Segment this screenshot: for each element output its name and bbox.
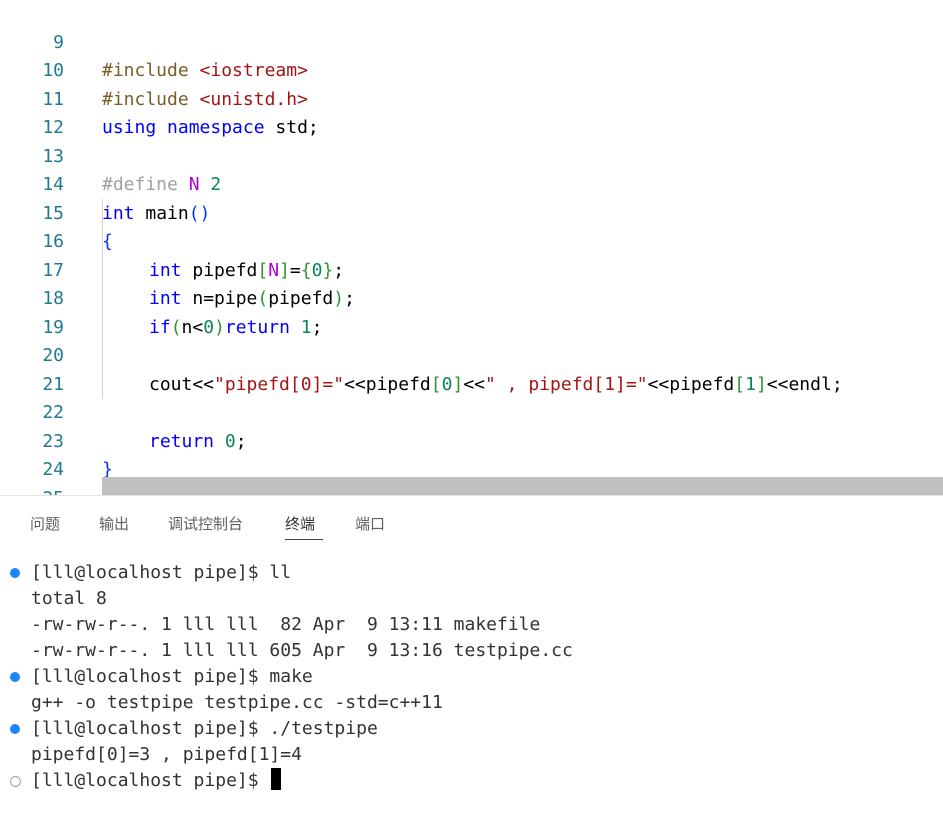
code-line-23[interactable]: 23 }: [0, 399, 943, 481]
terminal-panel[interactable]: [lll@localhost pipe]$ ll total 8 -rw-rw-…: [0, 560, 943, 829]
command-success-dot-icon[interactable]: [10, 672, 20, 682]
tab-terminal[interactable]: 终端: [285, 513, 315, 534]
code-line-13[interactable]: 13 #define N 2: [0, 114, 943, 196]
code-line-19[interactable]: 19: [0, 285, 943, 338]
code-line-21[interactable]: 21: [0, 342, 943, 395]
terminal-line: [lll@localhost pipe]$ ll: [31, 562, 292, 583]
command-pending-dot-icon[interactable]: [10, 776, 21, 787]
terminal-prompt: [lll@localhost pipe]$: [31, 770, 270, 791]
terminal-line: pipefd[0]=3 , pipefd[1]=4: [31, 744, 302, 765]
line-number: 25: [0, 485, 64, 496]
code-line-18[interactable]: 18 if(n<0)return 1;: [0, 257, 943, 338]
active-tab-indicator: [285, 539, 323, 540]
terminal-line: [lll@localhost pipe]$ make: [31, 666, 313, 687]
command-success-dot-icon[interactable]: [10, 724, 20, 734]
code-line-12[interactable]: 12: [0, 86, 943, 138]
horizontal-scrollbar[interactable]: [102, 477, 943, 495]
code-line-20[interactable]: 20 cout<<"pipefd[0]="<<pipefd[0]<<" , pi…: [0, 314, 943, 395]
terminal-prompt-line: [lll@localhost pipe]$: [31, 768, 282, 794]
tab-problems[interactable]: 问题: [30, 513, 60, 534]
terminal-line: g++ -o testpipe testpipe.cc -std=c++11: [31, 692, 443, 713]
tab-output[interactable]: 输出: [99, 513, 129, 534]
code-line-15[interactable]: 15 {: [0, 171, 943, 253]
tab-debug-console[interactable]: 调试控制台: [168, 513, 243, 534]
command-success-dot-icon[interactable]: [10, 568, 20, 578]
terminal-line: [lll@localhost pipe]$ ./testpipe: [31, 718, 378, 739]
code-editor[interactable]: 9 #include <iostream> 10 #include <unist…: [0, 0, 943, 495]
code-line-9[interactable]: 9 #include <iostream>: [0, 0, 943, 82]
terminal-line: total 8: [31, 588, 107, 609]
code-line-16[interactable]: 16 int pipefd[N]={0};: [0, 200, 943, 281]
code-line-10[interactable]: 10 #include <unistd.h>: [0, 29, 943, 110]
terminal-cursor: [271, 768, 282, 790]
code-line-24[interactable]: 24: [0, 428, 943, 480]
code-line-14[interactable]: 14 int main(): [0, 143, 943, 224]
terminal-line: -rw-rw-r--. 1 lll lll 605 Apr 9 13:16 te…: [31, 640, 573, 661]
terminal-line: -rw-rw-r--. 1 lll lll 82 Apr 9 13:11 mak…: [31, 614, 541, 635]
code-line-17[interactable]: 17 int n=pipe(pipefd);: [0, 228, 943, 310]
code-line-22[interactable]: 22 return 0;: [0, 371, 943, 452]
tab-ports[interactable]: 端口: [355, 513, 385, 534]
code-line-11[interactable]: 11 using namespace std;: [0, 57, 943, 139]
panel-tab-bar: 问题 输出 调试控制台 终端 端口: [0, 496, 943, 546]
